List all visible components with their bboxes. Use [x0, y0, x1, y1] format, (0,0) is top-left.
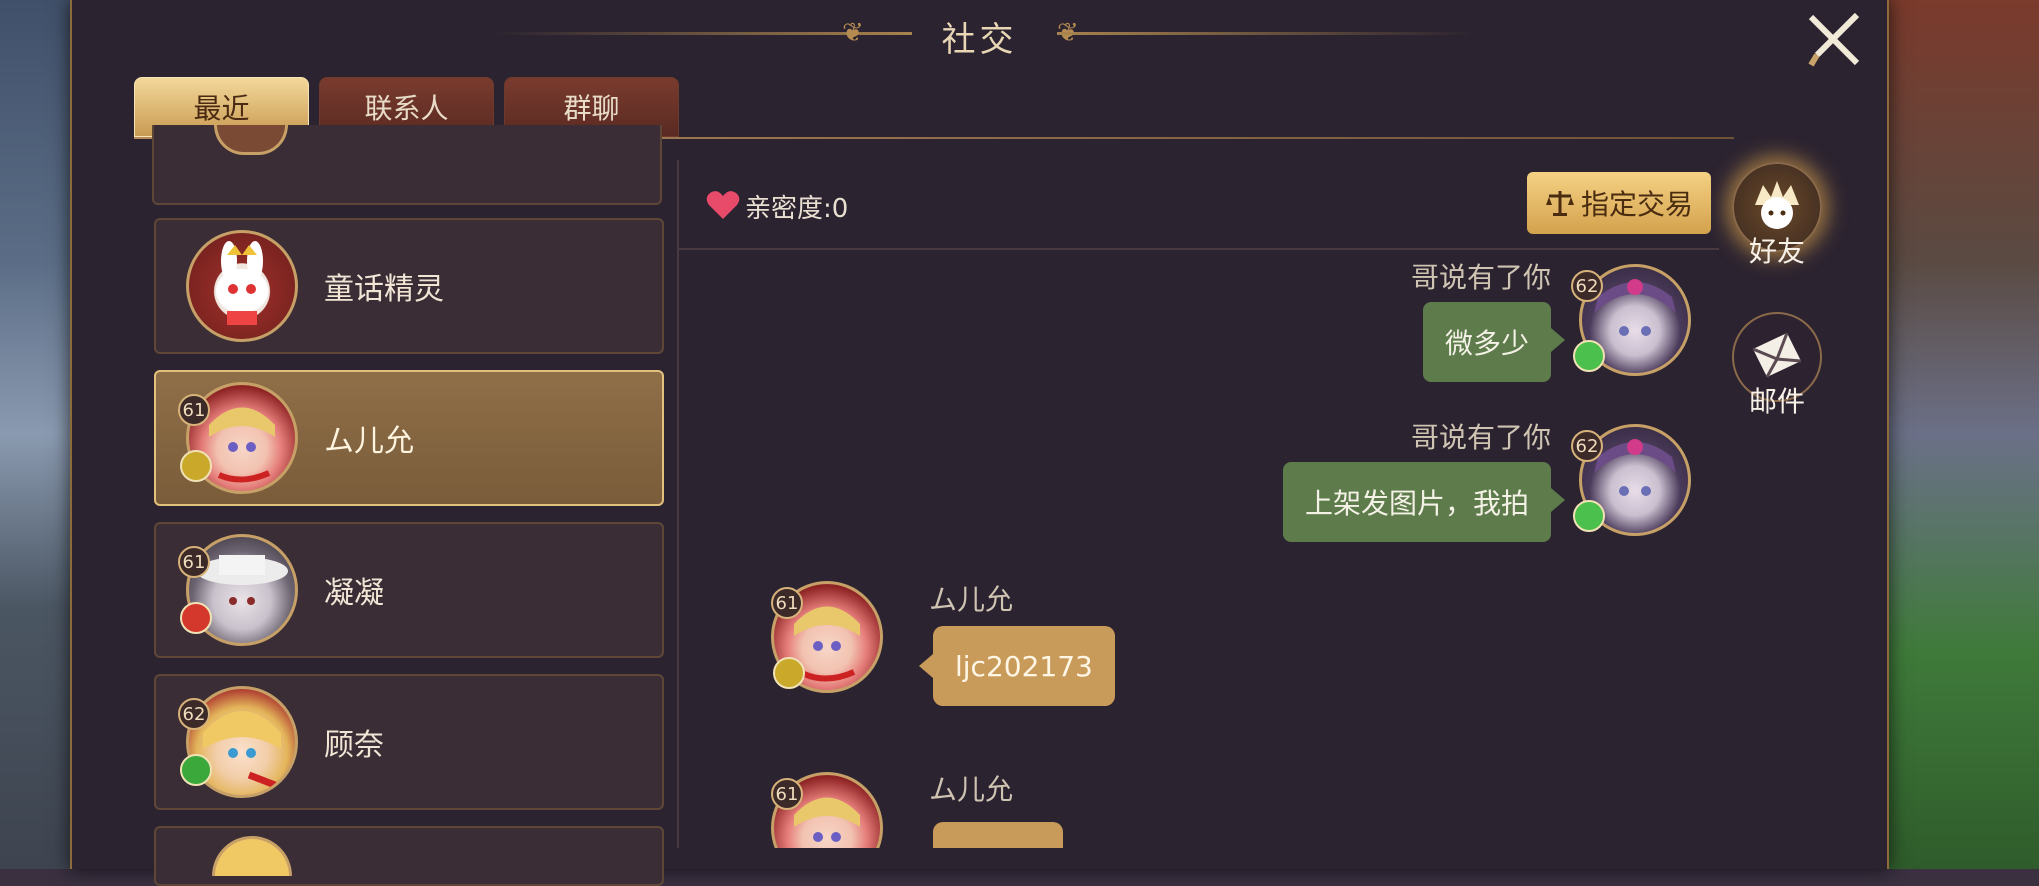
- close-button[interactable]: [1799, 8, 1869, 72]
- chat-area[interactable]: 亲密度:0 指定交易 哥说有了你 微多少 62 哥说有了你 上架发图片，我拍 6…: [677, 160, 1739, 848]
- contact-item[interactable]: 62 顾奈: [154, 674, 664, 810]
- close-icon: [1808, 12, 1860, 67]
- background-right-scene: [1889, 0, 2039, 869]
- contact-name: 凝凝: [324, 576, 384, 611]
- message-sender: 哥说有了你: [1410, 421, 1551, 454]
- contact-item[interactable]: 童话精灵: [154, 218, 664, 354]
- level-badge: 61: [178, 546, 210, 578]
- element-light-icon: [180, 450, 212, 482]
- mail-icon: [1752, 332, 1802, 378]
- message-bubble-self[interactable]: 微多少: [1422, 302, 1566, 382]
- element-wind-icon: [180, 754, 212, 786]
- contact-name: 童话精灵: [324, 272, 444, 307]
- chat-header: 亲密度:0 指定交易: [679, 160, 1719, 250]
- designated-trade-button[interactable]: 指定交易: [1527, 172, 1711, 234]
- scale-icon: [1545, 191, 1574, 216]
- level-badge: 61: [178, 394, 210, 426]
- level-badge: 61: [771, 778, 803, 810]
- contact-item-selected[interactable]: 61 ム儿允: [154, 370, 664, 506]
- message-sender: ム儿允: [929, 773, 1014, 806]
- contact-item[interactable]: [152, 125, 662, 205]
- element-wind-icon: [1573, 340, 1605, 372]
- avatar: [212, 836, 292, 876]
- friends-nav-label: 好友: [1748, 235, 1805, 268]
- level-badge: 62: [1571, 430, 1603, 462]
- level-badge: 61: [771, 587, 803, 619]
- avatar: [186, 230, 298, 342]
- element-light-icon: [773, 657, 805, 689]
- fairy-rabbit-icon: [216, 241, 268, 325]
- message-sender: 哥说有了你: [1410, 261, 1551, 294]
- message-bubble-other[interactable]: [933, 822, 1063, 848]
- contact-item[interactable]: 61 凝凝: [154, 522, 664, 658]
- trade-button-label: 指定交易: [1580, 188, 1693, 221]
- intimacy-label: 亲密度:0: [745, 194, 849, 224]
- social-panel: ❦ 社交 ❦ 最近 联系人 群聊 童话精灵 61 ム儿允 61 凝凝 62 顾奈…: [70, 0, 1889, 886]
- level-badge: 62: [1571, 270, 1603, 302]
- message-sender: ム儿允: [929, 583, 1014, 616]
- mail-nav-label: 邮件: [1748, 385, 1805, 418]
- contact-item[interactable]: [154, 826, 664, 886]
- contact-name: ム儿允: [324, 424, 414, 459]
- heart-icon: [706, 191, 740, 219]
- contact-name: 顾奈: [324, 728, 384, 763]
- contact-list[interactable]: 童话精灵 61 ム儿允 61 凝凝 62 顾奈: [72, 0, 672, 886]
- element-wind-icon: [1573, 500, 1605, 532]
- title-ornament-right: [1057, 32, 1477, 35]
- background-left-scene: [0, 0, 80, 869]
- level-badge: 62: [178, 698, 210, 730]
- message-bubble-self[interactable]: 上架发图片，我拍: [1282, 462, 1566, 542]
- element-fire-icon: [180, 602, 212, 634]
- avatar: [214, 125, 288, 155]
- message-bubble-other[interactable]: ljc202173: [919, 626, 1115, 706]
